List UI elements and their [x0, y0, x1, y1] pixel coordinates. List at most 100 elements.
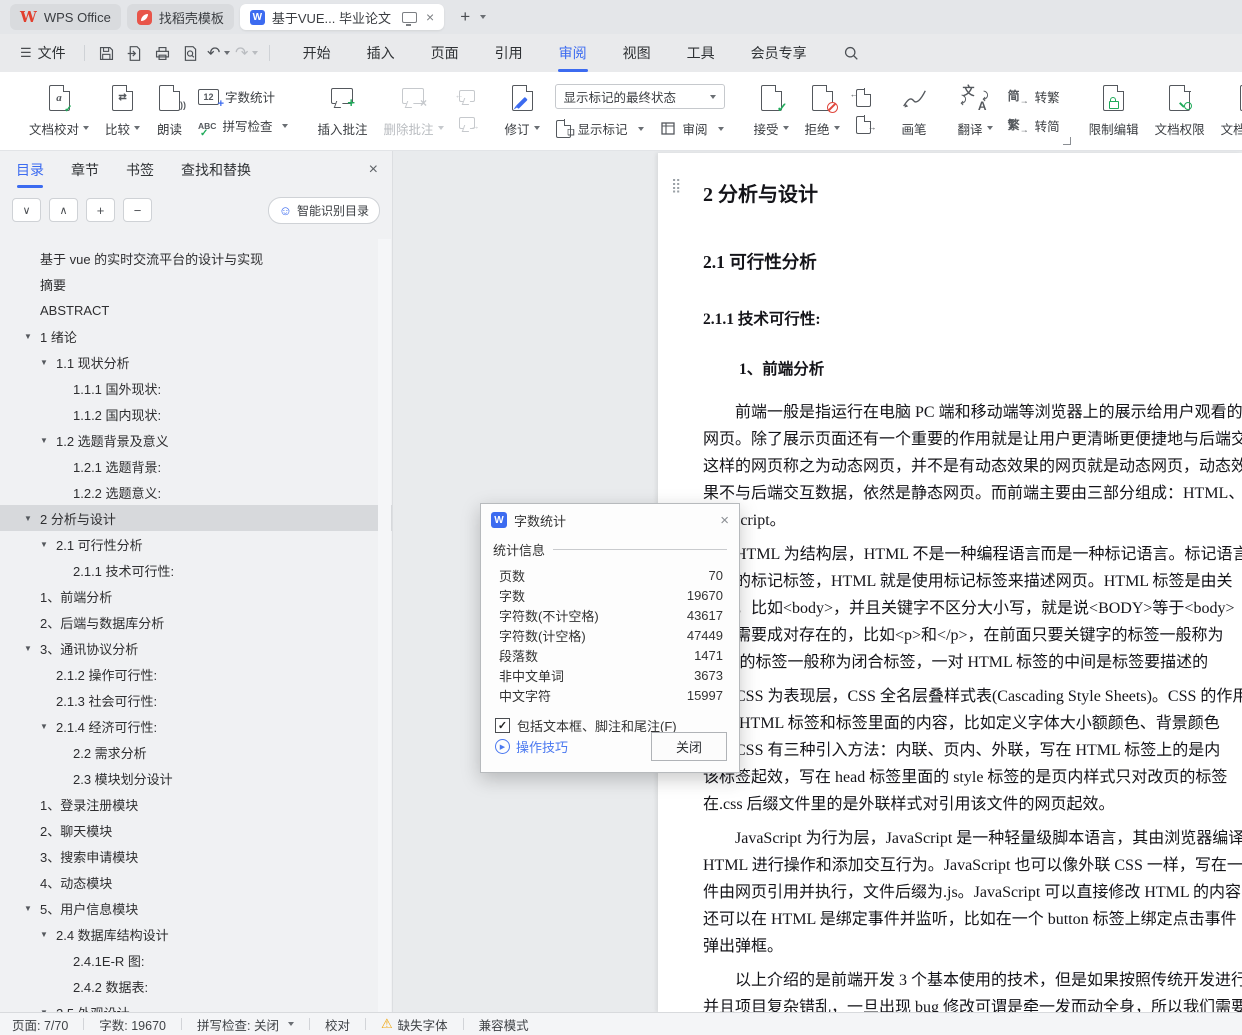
print-button[interactable]: [151, 41, 175, 65]
outline-item[interactable]: 1.2.2 选题意义:: [0, 479, 392, 505]
outline-item[interactable]: ▼ 2.5 外观设计: [0, 999, 392, 1014]
outline-item[interactable]: 摘要: [0, 271, 392, 297]
menu-item-4[interactable]: 引用: [494, 39, 524, 67]
outline-item[interactable]: 2.4.1E-R 图:: [0, 947, 392, 973]
status-item[interactable]: 字数: 19670: [99, 1015, 166, 1034]
outline-item[interactable]: 1、登录注册模块: [0, 791, 392, 817]
collapse-arrow-icon[interactable]: ▼: [40, 540, 56, 549]
tab-chapters[interactable]: 章节: [71, 160, 99, 180]
collapse-arrow-icon[interactable]: ▼: [24, 332, 40, 341]
close-tab-icon[interactable]: ×: [426, 9, 434, 25]
collapse-arrow-icon[interactable]: ▼: [24, 904, 40, 913]
doc-finalize-button[interactable]: ✓ 文档定稿: [1214, 85, 1242, 138]
document-page[interactable]: ⣿ 2 分析与设计 2.1 可行性分析 2.1.1 技术可行性: 1、前端分析 …: [658, 153, 1242, 1013]
status-item[interactable]: 校对: [325, 1015, 350, 1034]
sidebar-scrollbar[interactable]: [378, 239, 391, 1013]
outline-item[interactable]: 4、动态模块: [0, 869, 392, 895]
tab-document[interactable]: W 基于VUE... 毕业论文 ×: [239, 4, 445, 30]
print-preview-button[interactable]: [179, 41, 203, 65]
outline-item[interactable]: ▼ 1 绪论: [0, 323, 392, 349]
status-item[interactable]: 兼容模式: [479, 1015, 529, 1034]
outline-item[interactable]: 2.1.1 技术可行性:: [0, 557, 392, 583]
tab-catalog[interactable]: 目录: [16, 160, 44, 188]
doc-permission-button[interactable]: 文档权限: [1148, 84, 1212, 138]
delete-comment-button[interactable]: × 删除批注: [376, 85, 450, 138]
menu-item-1[interactable]: 开始: [302, 39, 332, 67]
tab-wps-home[interactable]: W WPS Office: [10, 4, 121, 30]
word-count-button[interactable]: 12 + 字数统计: [198, 87, 288, 110]
collapse-arrow-icon[interactable]: ▼: [40, 436, 56, 445]
close-button[interactable]: 关闭: [651, 732, 727, 761]
present-screen-icon[interactable]: [402, 11, 418, 26]
outline-item[interactable]: 2、后端与数据库分析: [0, 609, 392, 635]
outline-item[interactable]: ▼ 5、用户信息模块: [0, 895, 392, 921]
collapse-arrow-icon[interactable]: ▼: [40, 722, 56, 731]
menu-item-3[interactable]: 页面: [430, 39, 460, 67]
outline-item[interactable]: 1.2.1 选题背景:: [0, 453, 392, 479]
next-comment-icon[interactable]: →: [459, 116, 480, 133]
proofread-button[interactable]: a ✓ 文档校对: [22, 84, 96, 138]
outline-item[interactable]: ▼ 2.1 可行性分析: [0, 531, 392, 557]
smart-catalog-button[interactable]: ☺ 智能识别目录: [267, 196, 380, 224]
outline-item[interactable]: 2.1.3 社会可行性:: [0, 687, 392, 713]
previous-comment-icon[interactable]: ←: [455, 89, 476, 106]
tab-find-replace[interactable]: 查找和替换: [181, 160, 251, 180]
status-item[interactable]: 页面: 7/70: [12, 1015, 68, 1034]
collapse-arrow-icon[interactable]: ▼: [24, 514, 40, 523]
drag-handle-icon[interactable]: ⣿: [671, 177, 682, 194]
menu-item-7[interactable]: 工具: [686, 39, 716, 67]
outline-item[interactable]: 1、前端分析: [0, 583, 392, 609]
tab-docer-templates[interactable]: 找稻壳模板: [126, 4, 234, 30]
show-markup-button[interactable]: ❏ 显示标记: [555, 119, 644, 138]
track-changes-button[interactable]: 修订: [498, 84, 547, 138]
collapse-arrow-icon[interactable]: ▼: [24, 644, 40, 653]
tab-list-chevron-icon[interactable]: [480, 15, 487, 19]
collapse-arrow-icon[interactable]: ▼: [40, 930, 56, 939]
tips-link[interactable]: ▶ 操作技巧: [495, 737, 568, 756]
menu-item-6[interactable]: 视图: [622, 39, 652, 67]
expand-all-button[interactable]: ∨: [12, 198, 41, 222]
restrict-edit-button[interactable]: 限制编辑: [1082, 84, 1146, 138]
review-pane-button[interactable]: 审阅: [660, 119, 724, 138]
save-button[interactable]: [95, 41, 119, 65]
menu-item-2[interactable]: 插入: [366, 39, 396, 67]
compare-button[interactable]: ⇄ 比较: [98, 84, 147, 138]
outline-item[interactable]: ▼ 2 分析与设计: [0, 505, 392, 531]
outline-item[interactable]: 2.3 模块划分设计: [0, 765, 392, 791]
redo-button[interactable]: ↷: [235, 41, 259, 65]
tab-bookmarks[interactable]: 书签: [126, 160, 154, 180]
undo-button[interactable]: ↶: [207, 41, 231, 65]
markup-state-dropdown[interactable]: 显示标记的最终状态: [554, 84, 725, 109]
next-change-icon[interactable]: →: [855, 115, 877, 134]
outline-item[interactable]: 基于 vue 的实时交流平台的设计与实现: [0, 245, 392, 271]
export-pdf-button[interactable]: [123, 41, 147, 65]
file-menu-button[interactable]: ☰ 文件: [12, 43, 74, 63]
to-traditional-button[interactable]: 简→ 转繁: [1008, 87, 1060, 106]
translate-button[interactable]: 文 A ⤸ ⤸ 翻译: [951, 85, 1000, 138]
collapse-arrow-icon[interactable]: ▼: [40, 358, 56, 367]
insert-comment-button[interactable]: + 插入批注: [310, 85, 374, 138]
group-expand-icon[interactable]: [1062, 137, 1071, 145]
new-tab-button[interactable]: +: [460, 7, 470, 27]
outline-item[interactable]: 1.1.2 国内现状:: [0, 401, 392, 427]
outline-item[interactable]: 2.2 需求分析: [0, 739, 392, 765]
outline-item[interactable]: 1.1.1 国外现状:: [0, 375, 392, 401]
zoom-out-outline-button[interactable]: −: [123, 198, 152, 222]
pen-button[interactable]: 画笔: [894, 85, 935, 138]
menu-item-5[interactable]: 审阅: [557, 39, 588, 72]
close-dialog-icon[interactable]: ×: [720, 512, 729, 529]
menu-item-8[interactable]: 会员专享: [750, 39, 808, 67]
zoom-in-outline-button[interactable]: +: [86, 198, 115, 222]
outline-item[interactable]: 3、搜索申请模块: [0, 843, 392, 869]
outline-item[interactable]: 2.4.2 数据表:: [0, 973, 392, 999]
dialog-titlebar[interactable]: W 字数统计 ×: [481, 504, 739, 536]
close-pane-icon[interactable]: ×: [369, 161, 378, 179]
checkbox-checked-icon[interactable]: ✓: [495, 718, 510, 733]
outline-item[interactable]: ABSTRACT: [0, 297, 392, 323]
outline-item[interactable]: ▼ 2.1.4 经济可行性:: [0, 713, 392, 739]
status-item[interactable]: ⚠ 缺失字体: [381, 1015, 448, 1034]
outline-item[interactable]: ▼ 2.4 数据库结构设计: [0, 921, 392, 947]
outline-item[interactable]: ▼ 1.2 选题背景及意义: [0, 427, 392, 453]
spellcheck-button[interactable]: ABC ✓ 拼写检查: [198, 116, 289, 139]
outline-item[interactable]: ▼ 3、通讯协议分析: [0, 635, 392, 661]
